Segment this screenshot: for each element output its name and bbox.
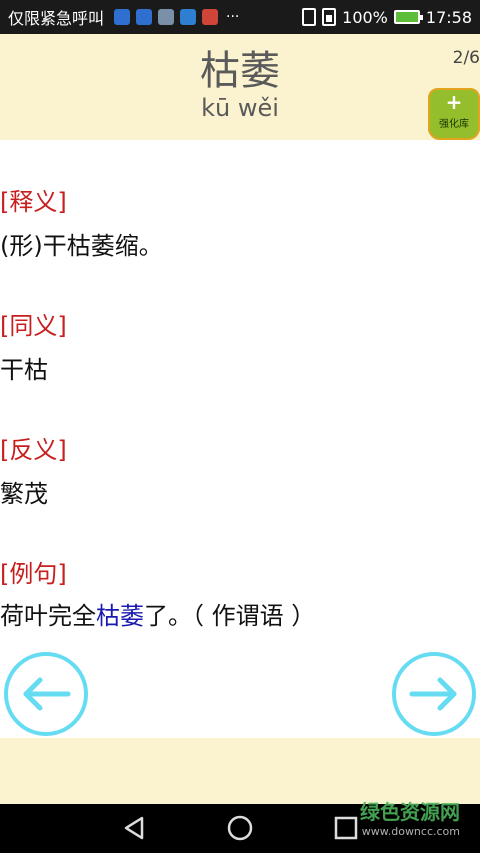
synonym-label: [同义] (0, 312, 67, 340)
synonym-text: 干枯 (0, 356, 48, 384)
carrier-text: 仅限紧急呼叫 (8, 9, 105, 28)
word-header: 枯萎 kū wěi 2/6 + 强化库 (0, 34, 480, 140)
watermark: 绿色资源网 www.downcc.com (360, 796, 460, 838)
example-label: [例句] (0, 560, 67, 588)
vibrate-icon (302, 8, 317, 26)
antonym-text: 繁茂 (0, 480, 48, 508)
watermark-url: www.downcc.com (361, 825, 460, 838)
next-button[interactable] (392, 652, 476, 736)
page-counter: 2/6 (452, 48, 480, 68)
notification-blue-icon (114, 9, 131, 25)
status-bar: 仅限紧急呼叫 ··· 100% 17:58 (0, 0, 480, 34)
example-highlight-word: 枯萎 (96, 602, 144, 630)
word-title: 枯萎 (200, 48, 280, 94)
shield-app-icon (180, 9, 197, 25)
example-text-after: 了。（ 作谓语 ） (144, 602, 316, 630)
add-to-strengthen-button[interactable]: + 强化库 (428, 88, 480, 140)
example-text-before: 荷叶完全 (0, 602, 96, 630)
battery-percent: 100% (342, 7, 388, 27)
clock: 17:58 (425, 7, 472, 27)
previous-button[interactable] (4, 652, 88, 736)
more-notifications-icon: ··· (226, 9, 240, 25)
definition-label: [释义] (0, 188, 67, 216)
example-sentence: 荷叶完全枯萎了。（ 作谓语 ） (0, 596, 315, 631)
recents-icon (334, 816, 358, 840)
watermark-title: 绿色资源网 (360, 800, 460, 824)
usb-icon (136, 9, 153, 25)
app-red-icon (202, 9, 219, 25)
arrow-right-icon (409, 677, 457, 711)
antonym-label: [反义] (0, 436, 67, 464)
strengthen-label: 强化库 (439, 119, 469, 130)
image-icon (158, 9, 175, 25)
home-icon (227, 815, 253, 841)
back-icon (124, 816, 144, 840)
plus-icon: + (445, 90, 463, 114)
footer-area (0, 738, 480, 804)
arrow-left-icon (23, 677, 71, 711)
definition-text: (形)干枯萎缩。 (0, 232, 163, 260)
word-pinyin: kū wěi (201, 94, 279, 122)
battery-charging-icon (393, 10, 423, 24)
sim-icon (322, 8, 337, 26)
